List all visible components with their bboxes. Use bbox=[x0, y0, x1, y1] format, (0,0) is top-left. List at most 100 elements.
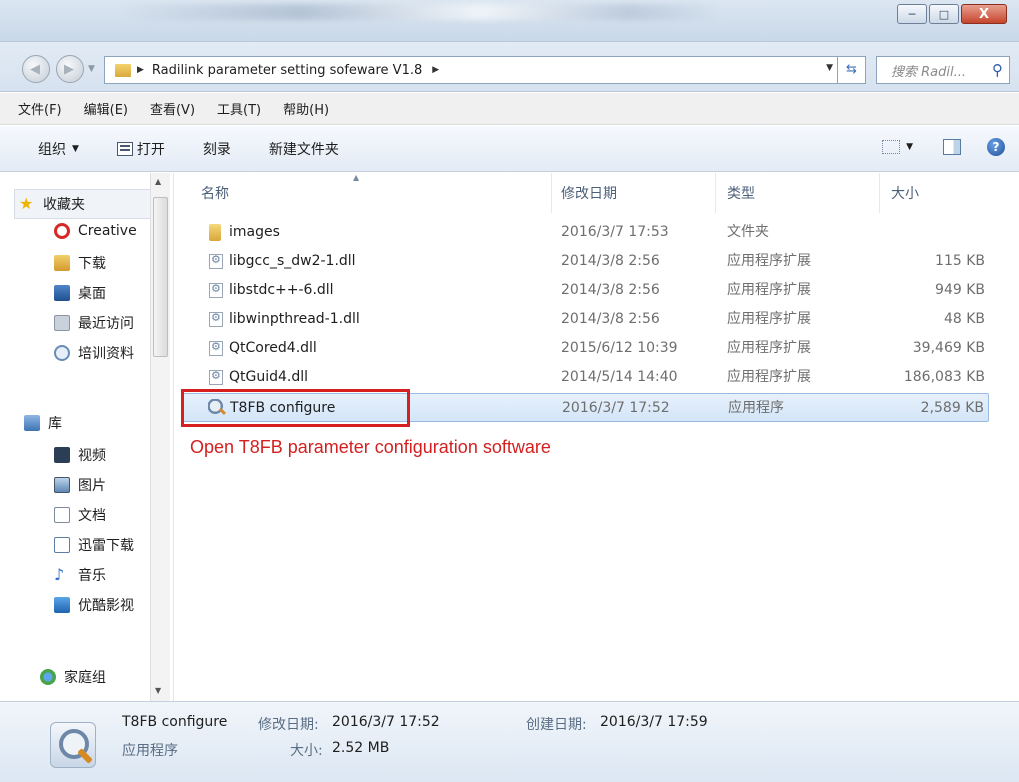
chevron-down-icon[interactable]: ▼ bbox=[906, 142, 913, 152]
file-type: 应用程序扩展 bbox=[727, 340, 811, 356]
open-label: 打开 bbox=[136, 141, 165, 158]
column-header-name[interactable]: 名称 bbox=[201, 173, 229, 213]
forward-button[interactable]: ▶ bbox=[56, 55, 84, 83]
table-row[interactable]: libgcc_s_dw2-1.dll 2014/3/8 2:56 应用程序扩展 … bbox=[183, 247, 989, 276]
table-row[interactable]: QtCored4.dll 2015/6/12 10:39 应用程序扩展 39,4… bbox=[183, 334, 989, 363]
sidebar-scrollbar[interactable]: ▲ ▼ bbox=[150, 173, 170, 701]
organize-button[interactable]: 组织 ▼ bbox=[38, 139, 79, 159]
sidebar-item-recent[interactable]: 最近访问 bbox=[54, 313, 134, 333]
menu-help[interactable]: 帮助(H) bbox=[283, 99, 329, 118]
new-folder-button[interactable]: 新建文件夹 bbox=[269, 139, 339, 159]
details-modified-label: 修改日期: bbox=[258, 717, 319, 733]
column-divider[interactable] bbox=[715, 173, 716, 213]
scroll-up-icon[interactable]: ▲ bbox=[155, 177, 161, 186]
file-type: 应用程序扩展 bbox=[727, 282, 811, 298]
sidebar-item-videos[interactable]: 视频 bbox=[54, 445, 106, 465]
document-icon bbox=[54, 507, 70, 523]
sidebar-item-label: 视频 bbox=[78, 448, 106, 464]
navigation-pane: ★ 收藏夹 Creative 下载 桌面 最近访问 培训资料 库 视频 图片 文… bbox=[0, 173, 174, 701]
view-options-icon[interactable] bbox=[882, 140, 901, 154]
sidebar-item-downloads[interactable]: 下载 bbox=[54, 253, 106, 273]
menu-view[interactable]: 查看(V) bbox=[150, 99, 195, 118]
chevron-down-icon: ▼ bbox=[72, 143, 79, 154]
file-name: QtCored4.dll bbox=[229, 340, 317, 356]
menu-bar: 文件(F) 编辑(E) 查看(V) 工具(T) 帮助(H) bbox=[0, 93, 1019, 125]
maximize-button[interactable]: □ bbox=[929, 4, 959, 24]
sidebar-item-desktop[interactable]: 桌面 bbox=[54, 283, 106, 303]
library-icon bbox=[24, 415, 40, 431]
address-dropdown-icon[interactable]: ▼ bbox=[826, 63, 833, 73]
preview-pane-icon[interactable] bbox=[943, 139, 961, 155]
file-date: 2014/5/14 14:40 bbox=[561, 369, 678, 385]
sidebar-item-favorites[interactable]: ★ 收藏夹 bbox=[14, 189, 154, 219]
recent-places-icon bbox=[54, 315, 70, 331]
search-placeholder: 搜索 Radil... bbox=[891, 64, 967, 80]
dll-icon bbox=[209, 282, 223, 298]
breadcrumb-arrow-icon[interactable]: ▶ bbox=[432, 65, 439, 75]
address-input[interactable]: ▶ Radilink parameter setting sofeware V1… bbox=[104, 56, 838, 84]
command-bar: 组织 ▼ 打开 刻录 新建文件夹 ▼ ? bbox=[0, 126, 1019, 172]
file-name: QtGuid4.dll bbox=[229, 369, 309, 385]
file-name: images bbox=[229, 224, 280, 240]
sidebar-item-label: 家庭组 bbox=[64, 670, 106, 686]
details-created-value: 2016/3/7 17:59 bbox=[600, 714, 708, 730]
table-row[interactable]: libwinpthread-1.dll 2014/3/8 2:56 应用程序扩展… bbox=[183, 305, 989, 334]
sidebar-item-label: 桌面 bbox=[78, 286, 106, 302]
recent-pages-dropdown-icon[interactable]: ▼ bbox=[88, 64, 95, 74]
refresh-icon: ⇆ bbox=[846, 62, 857, 77]
file-size: 115 KB bbox=[935, 253, 985, 269]
sidebar-item-documents[interactable]: 文档 bbox=[54, 505, 106, 525]
file-name: libwinpthread-1.dll bbox=[229, 311, 360, 327]
folder-icon bbox=[209, 224, 221, 241]
sidebar-item-label: 培训资料 bbox=[78, 346, 134, 362]
folder-icon bbox=[115, 63, 131, 77]
file-date: 2015/6/12 10:39 bbox=[561, 340, 678, 356]
menu-tools[interactable]: 工具(T) bbox=[217, 99, 261, 118]
breadcrumb-path[interactable]: Radilink parameter setting sofeware V1.8 bbox=[152, 63, 422, 78]
burn-button[interactable]: 刻录 bbox=[203, 139, 231, 159]
column-header-type[interactable]: 类型 bbox=[727, 173, 755, 213]
file-name: libgcc_s_dw2-1.dll bbox=[229, 253, 356, 269]
table-row[interactable]: QtGuid4.dll 2014/5/14 14:40 应用程序扩展 186,0… bbox=[183, 363, 989, 392]
sidebar-item-training[interactable]: 培训资料 bbox=[54, 343, 134, 363]
sidebar-item-thunder[interactable]: 迅雷下载 bbox=[54, 535, 134, 555]
search-input[interactable]: 搜索 Radil... ⚲ bbox=[876, 56, 1010, 84]
file-type: 应用程序 bbox=[728, 400, 784, 416]
table-row[interactable]: libstdc++-6.dll 2014/3/8 2:56 应用程序扩展 949… bbox=[183, 276, 989, 305]
sidebar-item-label: 最近访问 bbox=[78, 316, 134, 332]
sidebar-item-music[interactable]: ♪ 音乐 bbox=[54, 565, 106, 585]
back-button[interactable]: ◀ bbox=[22, 55, 50, 83]
details-size-value: 2.52 MB bbox=[332, 740, 390, 756]
column-divider[interactable] bbox=[879, 173, 880, 213]
column-header-size[interactable]: 大小 bbox=[891, 173, 919, 213]
sidebar-item-homegroup[interactable]: 家庭组 bbox=[40, 667, 106, 687]
file-date: 2016/3/7 17:53 bbox=[561, 224, 669, 240]
scrollbar-thumb[interactable] bbox=[153, 197, 168, 357]
sidebar-item-library[interactable]: 库 bbox=[24, 413, 62, 433]
help-icon[interactable]: ? bbox=[987, 138, 1005, 156]
search-icon[interactable]: ⚲ bbox=[992, 61, 1003, 79]
breadcrumb-arrow-icon[interactable]: ▶ bbox=[137, 65, 144, 75]
sidebar-item-pictures[interactable]: 图片 bbox=[54, 475, 106, 495]
minimize-button[interactable]: ─ bbox=[897, 4, 927, 24]
annotation-text: Open T8FB parameter configuration softwa… bbox=[190, 437, 551, 457]
sidebar-item-creative[interactable]: Creative bbox=[54, 223, 137, 239]
details-file-name: T8FB configure bbox=[122, 714, 228, 730]
refresh-button[interactable]: ⇆ bbox=[838, 56, 866, 84]
table-row[interactable]: images 2016/3/7 17:53 文件夹 bbox=[183, 218, 989, 247]
creative-icon bbox=[54, 223, 70, 239]
column-divider[interactable] bbox=[551, 173, 552, 213]
file-date: 2014/3/8 2:56 bbox=[561, 253, 660, 269]
menu-edit[interactable]: 编辑(E) bbox=[84, 99, 128, 118]
column-header-date[interactable]: 修改日期 bbox=[561, 173, 617, 213]
menu-file[interactable]: 文件(F) bbox=[18, 99, 62, 118]
open-button[interactable]: 打开 bbox=[116, 139, 165, 159]
sidebar-item-youku[interactable]: 优酷影视 bbox=[54, 595, 134, 615]
scroll-down-icon[interactable]: ▼ bbox=[155, 686, 161, 695]
close-button[interactable]: X bbox=[961, 4, 1007, 24]
dll-icon bbox=[209, 369, 223, 385]
details-pane: T8FB configure 修改日期: 2016/3/7 17:52 创建日期… bbox=[0, 701, 1019, 782]
dll-icon bbox=[209, 253, 223, 269]
file-size: 2,589 KB bbox=[920, 400, 984, 416]
sidebar-item-label: 库 bbox=[48, 416, 62, 432]
